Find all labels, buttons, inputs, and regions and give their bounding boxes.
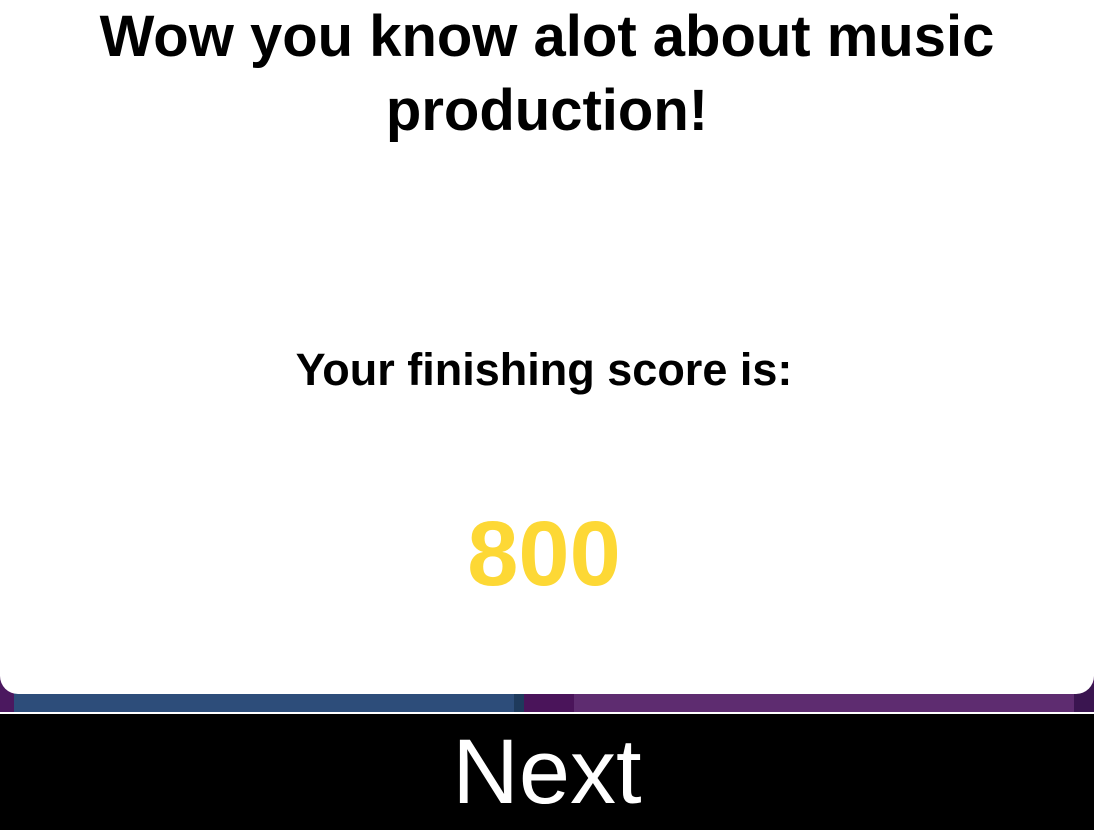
result-card: Wow you know alot about music production… (0, 0, 1094, 694)
result-title: Wow you know alot about music production… (99, 4, 995, 143)
quiz-result-screen: Wow you know alot about music production… (0, 0, 1094, 832)
score-label: Your finishing score is: (295, 344, 793, 395)
score-value: 800 (467, 503, 621, 605)
next-button[interactable]: Next (0, 712, 1094, 832)
